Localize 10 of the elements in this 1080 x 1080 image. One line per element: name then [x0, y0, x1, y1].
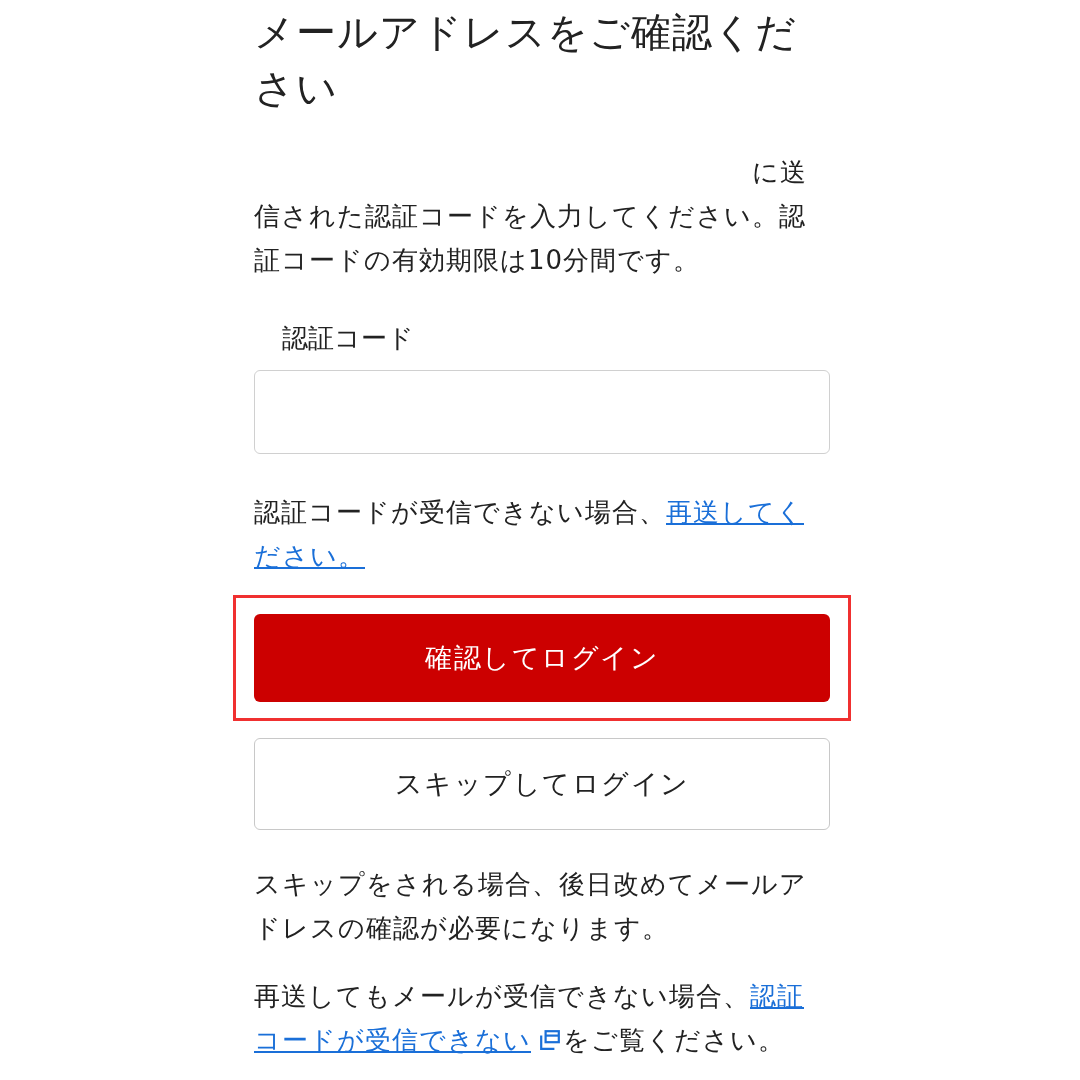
- resend-note-text: 認証コードが受信できない場合、再送してください。: [254, 496, 805, 573]
- confirm-login-button[interactable]: 確認してログイン: [254, 614, 830, 702]
- help-note-text: 再送してもメールが受信できない場合、認証コードが受信できない をご覧ください。: [254, 980, 805, 1057]
- field-label: 認証コード: [282, 322, 415, 355]
- skip-note-text: スキップをされる場合、後日改めてメールアドレスの確認が必要になります。: [254, 868, 808, 945]
- page-heading: メールアドレスをご確認ください: [254, 8, 798, 113]
- instruction-text: に送信された認証コードを入力してください。認証コードの有効期限は10分間です。: [254, 156, 808, 277]
- code-input-field[interactable]: [254, 370, 830, 454]
- skip-login-button[interactable]: スキップしてログイン: [254, 738, 830, 830]
- external-link-icon: [539, 1029, 561, 1051]
